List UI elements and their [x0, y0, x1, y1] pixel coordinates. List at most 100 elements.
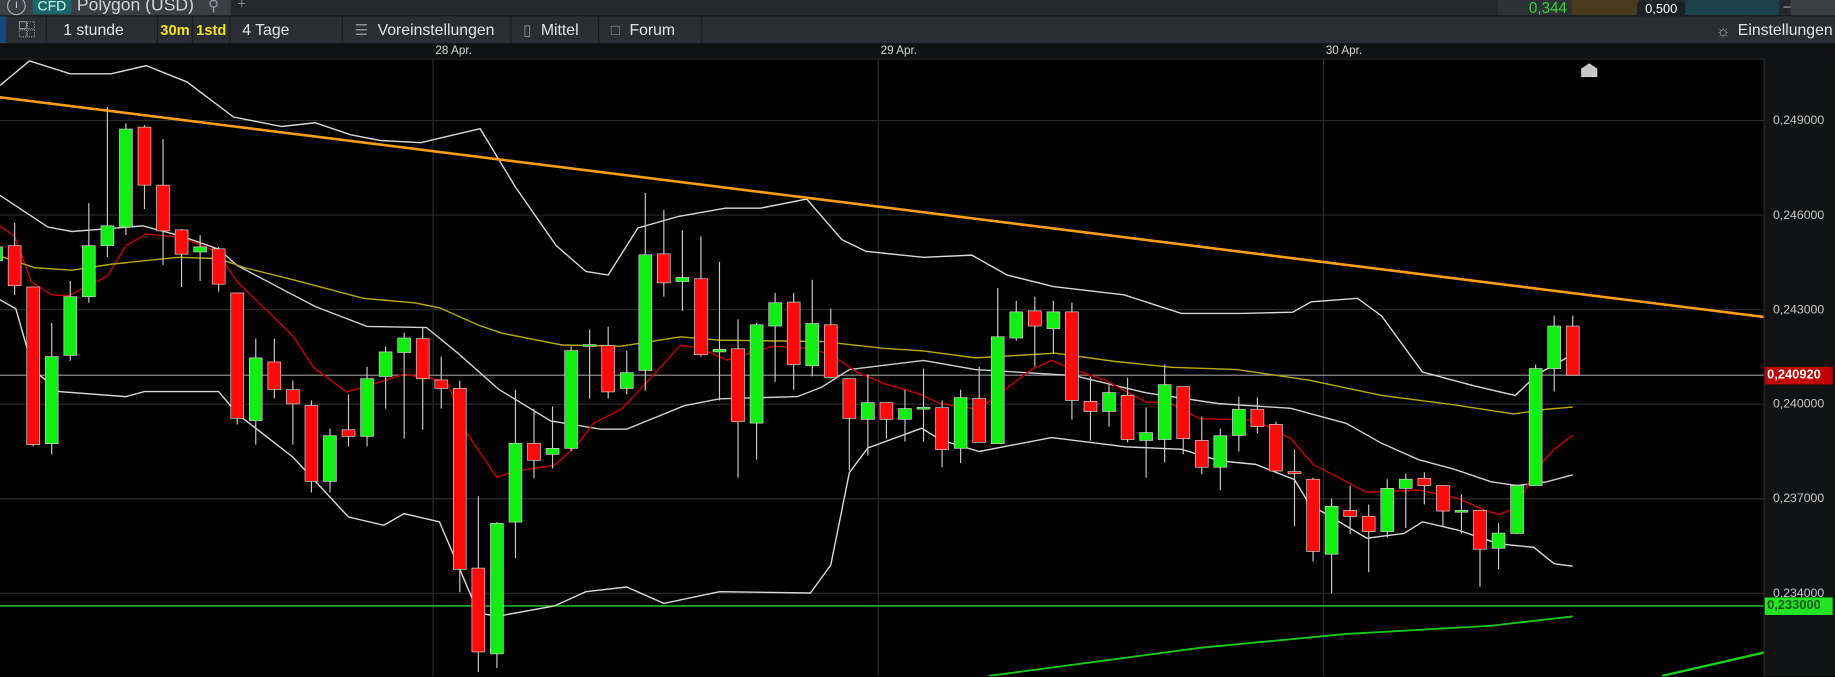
- price-tick-label: 0,237000: [1772, 491, 1825, 506]
- plot-area: [0, 58, 1764, 677]
- candle-bearish: [842, 378, 857, 419]
- candle-bullish: [490, 523, 504, 655]
- trendline-line: [0, 95, 1764, 319]
- candle-bullish: [378, 351, 393, 377]
- candle-bearish: [1436, 485, 1450, 512]
- candle-bullish: [0, 246, 3, 262]
- candle-bullish: [564, 350, 578, 449]
- candle-bullish: [638, 254, 653, 371]
- candle-bearish: [731, 348, 745, 422]
- candle-bearish: [1194, 440, 1209, 468]
- candle-bullish: [805, 323, 820, 367]
- candle-bullish: [1232, 408, 1246, 436]
- candle-bullish: [582, 344, 597, 347]
- candle-bearish: [1361, 516, 1376, 532]
- candle-bullish: [545, 447, 560, 455]
- candle-bullish: [861, 402, 875, 420]
- candle-bearish: [267, 361, 282, 390]
- candle-bullish: [397, 337, 411, 353]
- candle-bullish: [916, 407, 931, 410]
- candle-bearish: [415, 338, 430, 380]
- candle-bearish: [1176, 386, 1190, 439]
- candle-bearish: [1287, 471, 1302, 474]
- candle-bearish: [1250, 408, 1265, 427]
- candle-bullish: [768, 302, 782, 327]
- candle-bullish: [1139, 432, 1153, 441]
- candle-bearish: [230, 292, 245, 419]
- candle-bullish: [898, 408, 912, 420]
- candle-bullish: [248, 357, 263, 421]
- candle-bearish: [879, 402, 894, 420]
- candle-bearish: [1065, 311, 1079, 401]
- candle-bullish: [1510, 485, 1524, 534]
- candle-bullish: [1102, 392, 1116, 412]
- candle-bearish: [156, 184, 170, 232]
- price-tick-label: 0,240000: [1772, 397, 1825, 412]
- candle-bearish: [1417, 477, 1432, 486]
- candle-bearish: [304, 405, 319, 482]
- candle-bullish: [360, 378, 374, 437]
- date-label: 28 Apr.: [435, 44, 472, 58]
- candle-bearish: [1028, 310, 1042, 327]
- candle-bullish: [1399, 478, 1413, 489]
- candle-bullish: [63, 296, 78, 356]
- candle-bullish: [1380, 488, 1395, 532]
- candle-bullish: [508, 442, 523, 523]
- candle-bullish: [619, 372, 634, 389]
- candle-bearish: [26, 286, 40, 445]
- candle-bearish: [341, 429, 356, 437]
- candle-bearish: [1120, 395, 1135, 440]
- candle-bullish: [100, 225, 115, 247]
- candle-bearish: [823, 324, 838, 378]
- date-label: 30 Apr.: [1325, 44, 1363, 58]
- candle-bullish: [44, 356, 59, 444]
- candle-bullish: [953, 397, 968, 449]
- date-label: 29 Apr.: [880, 44, 918, 58]
- candle-bearish: [286, 389, 300, 405]
- candle-bearish: [1565, 325, 1580, 376]
- price-tick-label: 0,243000: [1772, 302, 1825, 317]
- candle-bullish: [193, 246, 207, 253]
- candle-bearish: [1269, 424, 1283, 472]
- candle-bearish: [935, 407, 949, 450]
- candle-bullish: [675, 277, 690, 282]
- candle-bearish: [1083, 401, 1098, 412]
- candle-bearish: [972, 398, 986, 443]
- candle-bullish: [323, 435, 337, 482]
- candle-bullish: [1213, 435, 1228, 468]
- candle-bearish: [694, 278, 708, 356]
- candle-bearish: [174, 229, 189, 255]
- price-chart[interactable]: [0, 0, 1835, 677]
- candle-bearish: [657, 253, 671, 284]
- candle-bullish: [1547, 325, 1561, 369]
- candle-bearish: [7, 245, 22, 287]
- candle-bearish: [1306, 478, 1320, 552]
- candle-bearish: [1343, 510, 1357, 517]
- candle-bearish: [1473, 510, 1487, 550]
- candle-bullish: [1046, 311, 1061, 329]
- candle-bearish: [211, 248, 226, 285]
- candle-bullish: [712, 349, 727, 353]
- candle-bullish: [1454, 510, 1469, 513]
- candle-bullish: [749, 324, 764, 424]
- candle-bullish: [1157, 384, 1172, 440]
- candle-bearish: [453, 388, 467, 570]
- candle-bullish: [1324, 505, 1339, 555]
- candle-bullish: [82, 245, 96, 298]
- candle-bearish: [137, 126, 152, 186]
- last-price-tag: 0,240920: [1764, 366, 1833, 384]
- support-level-tag: 0,233000: [1764, 597, 1833, 615]
- candle-bearish: [434, 379, 449, 389]
- ma-long-line: [988, 615, 1573, 677]
- candle-bearish: [786, 301, 801, 365]
- trading-chart-window: i CFD Polygon (USD) ⚲ + 0,344 0,500 – 1 …: [0, 0, 1835, 677]
- candle-bullish: [1491, 532, 1506, 549]
- candle-bearish: [527, 442, 541, 461]
- support-trend-line: [1661, 651, 1764, 677]
- candle-bullish: [1009, 311, 1024, 339]
- price-tick-label: 0,246000: [1772, 208, 1825, 223]
- candle-bearish: [601, 345, 615, 393]
- price-tick-label: 0,249000: [1772, 113, 1825, 128]
- candle-bearish: [471, 567, 486, 653]
- candle-bullish: [1528, 368, 1543, 486]
